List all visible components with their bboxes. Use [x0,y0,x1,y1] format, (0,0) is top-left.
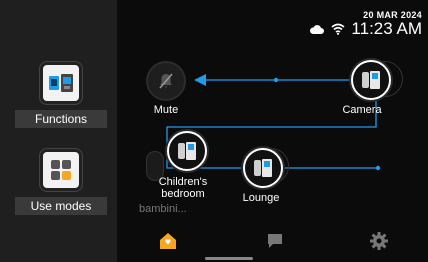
bell-muted-icon [159,73,173,89]
mute-device[interactable] [146,61,186,101]
intercom-handset-icon [254,159,272,177]
lounge-label: Lounge [242,192,280,204]
chat-icon [268,234,282,248]
settings-nav-button[interactable] [367,230,391,252]
camera-label: Camera [342,104,382,116]
camera-device[interactable] [351,60,391,100]
childrens-bedroom-device[interactable] [167,131,207,171]
lounge-device[interactable] [243,148,283,188]
home-icon [160,233,176,249]
settings-icon [370,232,388,250]
childrens-bedroom-label-line2: bedroom [161,188,205,200]
mute-label: Mute [153,104,179,116]
intercom-handset-icon [178,142,196,160]
home-nav-button[interactable] [156,230,180,252]
home-screen: Functions Use modes 20 MAR 2024 11:23 AM… [0,0,428,262]
childrens-bedroom-label-line1: Children's [158,176,208,188]
bambini-label: bambini... [139,203,187,215]
chat-nav-button[interactable] [263,230,287,252]
intercom-handset-icon [362,71,380,89]
childrens-bedroom-label: Children's bedroom [148,176,218,200]
connection-lines [166,74,381,171]
home-indicator-bar [205,257,253,260]
